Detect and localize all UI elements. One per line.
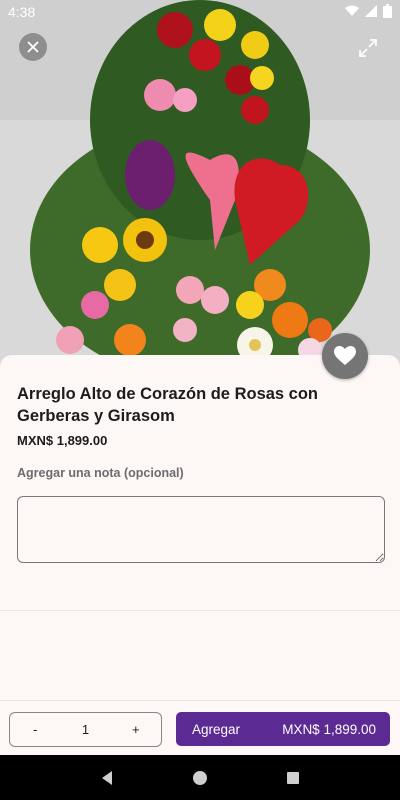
- home-nav-icon[interactable]: [192, 770, 208, 786]
- add-button-price: MXN$ 1,899.00: [282, 721, 376, 737]
- decrease-quantity-button[interactable]: -: [20, 722, 50, 737]
- expand-icon: [359, 39, 377, 57]
- status-icons: [345, 4, 392, 18]
- heart-icon: [334, 346, 356, 365]
- divider: [0, 610, 400, 611]
- quantity-value: 1: [81, 722, 90, 737]
- divider: [0, 700, 400, 701]
- quantity-stepper: - 1 +: [9, 712, 162, 747]
- recents-nav-icon[interactable]: [285, 770, 301, 786]
- note-label: Agregar una nota (opcional): [17, 466, 184, 480]
- status-bar: 4:38: [0, 0, 400, 24]
- wifi-icon: [345, 5, 359, 16]
- flower-arrangement-image: [0, 0, 400, 372]
- add-button-label: Agregar: [192, 721, 241, 737]
- note-input[interactable]: [17, 496, 385, 563]
- status-time: 4:38: [8, 4, 36, 20]
- favorite-button[interactable]: [322, 333, 368, 379]
- product-price: MXN$ 1,899.00: [17, 433, 108, 448]
- add-to-cart-button[interactable]: Agregar MXN$ 1,899.00: [176, 712, 390, 746]
- increase-quantity-button[interactable]: +: [121, 722, 151, 737]
- product-image[interactable]: [0, 0, 400, 372]
- close-button[interactable]: [19, 33, 47, 61]
- close-icon: [27, 41, 39, 53]
- system-navigation-bar: [0, 755, 400, 800]
- expand-button[interactable]: [354, 34, 382, 62]
- back-nav-icon[interactable]: [99, 770, 115, 786]
- signal-icon: [365, 5, 377, 17]
- battery-icon: [383, 4, 392, 18]
- product-title: Arreglo Alto de Corazón de Rosas con Ger…: [17, 385, 319, 425]
